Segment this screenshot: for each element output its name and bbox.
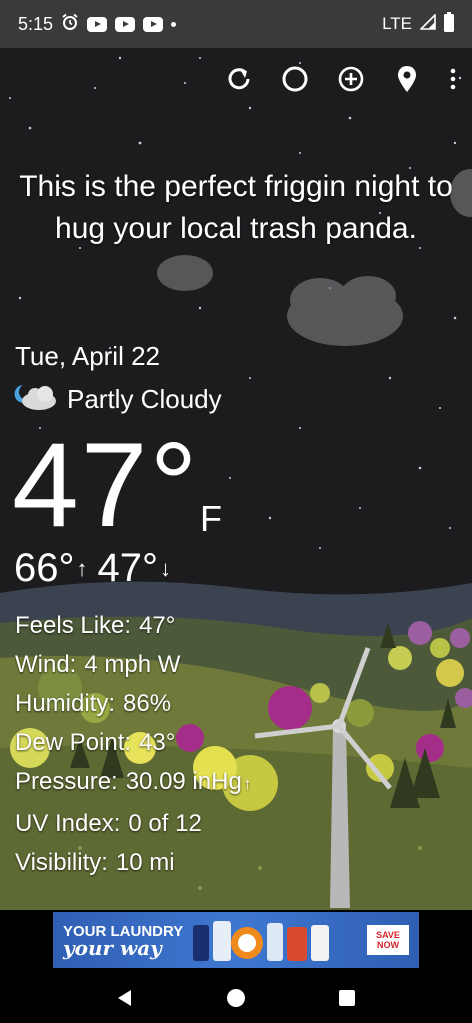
- detail-pressure: Pressure: 30.09 inHg ↑: [15, 768, 252, 795]
- detail-dew-point: Dew Point: 43°: [15, 729, 176, 756]
- detail-feels-like: Feels Like: 47°: [15, 612, 176, 639]
- ad-headline: YOUR LAUNDRY your way: [63, 923, 184, 960]
- down-arrow-icon: ↓: [160, 555, 171, 581]
- battery-icon: [444, 11, 454, 37]
- youtube-icon: [87, 16, 108, 32]
- ad-banner[interactable]: YOUR LAUNDRY your way SAVE NOW: [53, 912, 419, 968]
- status-bar: 5:15 LTE: [0, 0, 472, 48]
- weather-scene: This is the perfect friggin night to hug…: [0, 48, 472, 910]
- high-low-temps: 66° ↑ 47° ↓: [14, 546, 181, 591]
- ad-strip: YOUR LAUNDRY your way SAVE NOW: [0, 910, 472, 972]
- network-type: LTE: [382, 14, 412, 33]
- detail-uv-index: UV Index: 0 of 12: [15, 810, 202, 837]
- low-temp: 47°: [97, 546, 159, 590]
- weather-quote: This is the perfect friggin night to hug…: [19, 170, 453, 245]
- alarm-icon: [61, 13, 79, 36]
- current-temperature: 47°: [12, 418, 200, 552]
- youtube-icon: [143, 16, 164, 32]
- youtube-icon: [115, 16, 136, 32]
- ad-product-images: [191, 917, 359, 963]
- condition-text: Partly Cloudy: [67, 384, 222, 414]
- home-icon[interactable]: [216, 978, 256, 1018]
- up-arrow-icon: ↑: [76, 555, 88, 581]
- temperature-unit: F: [200, 498, 222, 539]
- condition-row: Partly Cloudy: [13, 381, 222, 418]
- action-toolbar: [222, 62, 460, 96]
- detail-visibility: Visibility: 10 mi: [15, 849, 175, 876]
- theme-icon[interactable]: [278, 62, 312, 96]
- pressure-rising-icon: ↑: [243, 776, 252, 793]
- status-time: 5:15: [18, 13, 54, 34]
- overflow-menu-icon[interactable]: [446, 62, 460, 96]
- system-nav-bar: [0, 972, 472, 1023]
- location-pin-icon[interactable]: [390, 62, 424, 96]
- detail-humidity: Humidity: 86%: [15, 690, 172, 717]
- detail-wind: Wind: 4 mph W: [15, 651, 181, 678]
- add-location-icon[interactable]: [334, 62, 368, 96]
- notification-dot: [171, 21, 177, 27]
- forecast-date: Tue, April 22: [15, 341, 161, 371]
- weather-details: Feels Like: 47° Wind: 4 mph W Humidity: 86%…: [15, 606, 252, 882]
- signal-icon: [419, 12, 436, 35]
- high-temp: 66°: [14, 546, 75, 590]
- refresh-icon[interactable]: [222, 62, 256, 96]
- recents-icon[interactable]: [327, 978, 367, 1018]
- ad-save-now-button[interactable]: SAVE NOW: [367, 925, 409, 955]
- partly-cloudy-night-icon: [13, 381, 59, 418]
- back-icon[interactable]: [105, 978, 145, 1018]
